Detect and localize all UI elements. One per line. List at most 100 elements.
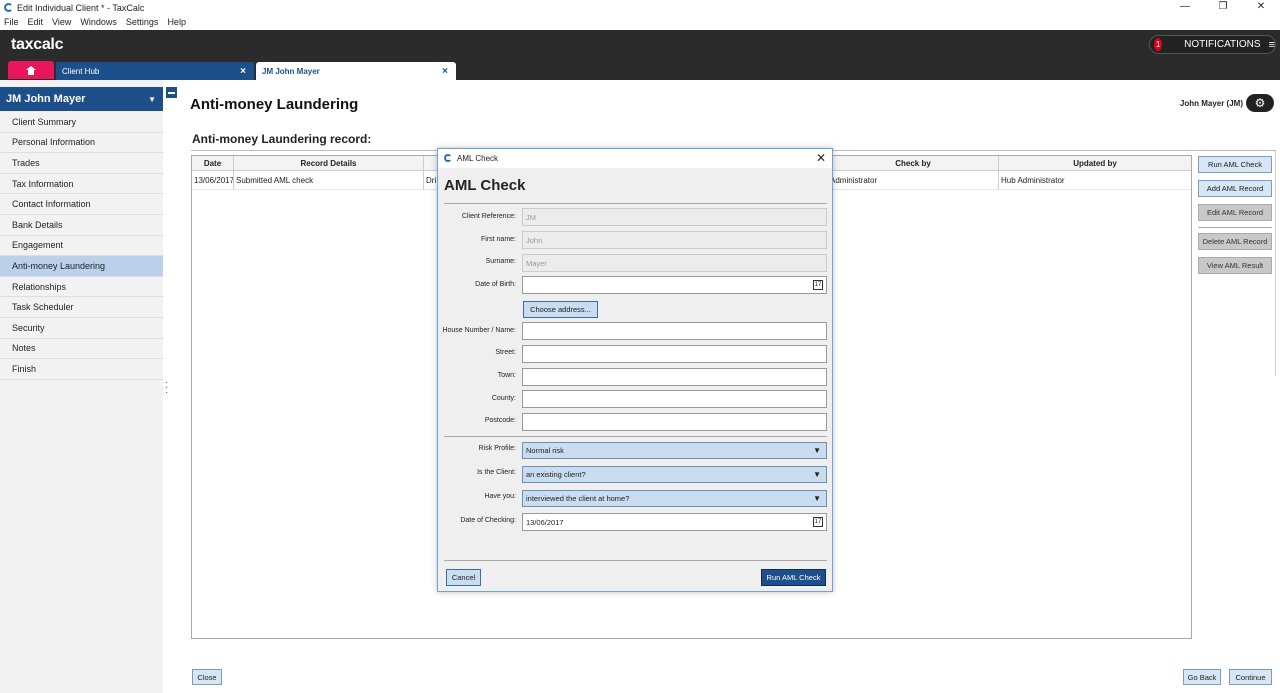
- street-field[interactable]: [522, 345, 827, 363]
- sidebar-item-bank-details[interactable]: Bank Details: [0, 214, 163, 236]
- sidebar-item-anti-money-laundering[interactable]: Anti-money Laundering: [0, 256, 163, 277]
- column-header-date[interactable]: Date: [192, 156, 234, 170]
- menu-help[interactable]: Help: [167, 17, 186, 27]
- cell-date: 13/06/2017: [192, 171, 234, 190]
- sidebar-item-contact-information[interactable]: Contact Information: [0, 194, 163, 215]
- window-title: Edit Individual Client * - TaxCalc: [17, 2, 145, 13]
- risk-profile-value: Normal risk: [526, 446, 564, 455]
- postcode-field[interactable]: [522, 413, 827, 431]
- sidebar-item-relationships[interactable]: Relationships: [0, 276, 163, 298]
- county-label: County:: [491, 395, 516, 402]
- cell-updated-by: Hub Administrator: [999, 171, 1191, 190]
- continue-button[interactable]: Continue: [1229, 669, 1272, 685]
- first-name-field: John: [522, 231, 827, 249]
- client-name-header[interactable]: JM John Mayer ▼: [0, 87, 163, 111]
- hamburger-icon: ≡: [1268, 38, 1275, 51]
- cancel-button[interactable]: Cancel: [446, 569, 481, 586]
- notifications-label: NOTIFICATIONS: [1184, 39, 1261, 50]
- dialog-divider: [444, 436, 827, 437]
- notification-count-badge: 1: [1154, 38, 1163, 51]
- run-aml-check-button[interactable]: Run AML Check: [1198, 156, 1272, 173]
- client-sidebar: JM John Mayer ▼ Client Summary Personal I…: [0, 80, 163, 693]
- section-title: Anti-money Laundering record:: [192, 132, 372, 146]
- sidebar-item-security[interactable]: Security: [0, 317, 163, 339]
- close-icon[interactable]: ✕: [1242, 0, 1280, 15]
- gear-icon[interactable]: ⚙: [1246, 94, 1274, 112]
- menu-windows[interactable]: Windows: [80, 17, 117, 27]
- client-reference-field: JM: [522, 208, 827, 226]
- tab-client-hub[interactable]: Client Hub ×: [56, 62, 254, 80]
- run-aml-check-dialog-button[interactable]: Run AML Check: [761, 569, 826, 586]
- sidebar-item-client-summary[interactable]: Client Summary: [0, 112, 163, 133]
- delete-aml-record-button[interactable]: Delete AML Record: [1198, 233, 1272, 250]
- column-header-record-details[interactable]: Record Details: [234, 156, 424, 170]
- sidebar-resize-handle[interactable]: · · ·: [165, 378, 169, 398]
- button-separator: [1198, 227, 1272, 228]
- county-field[interactable]: [522, 390, 827, 408]
- choose-address-button[interactable]: Choose address...: [523, 301, 598, 318]
- risk-profile-select[interactable]: Normal risk ▼: [522, 442, 827, 459]
- sidebar-item-task-scheduler[interactable]: Task Scheduler: [0, 297, 163, 318]
- sidebar-item-trades[interactable]: Trades: [0, 153, 163, 174]
- calendar-icon[interactable]: 17: [813, 517, 823, 527]
- right-panel-divider: [1275, 150, 1276, 376]
- aml-check-dialog: AML Check ✕ AML Check Client Reference: …: [437, 148, 833, 592]
- close-button[interactable]: Close: [192, 669, 222, 685]
- sidebar-item-personal-information[interactable]: Personal Information: [0, 132, 163, 154]
- tab-client-hub-close-icon[interactable]: ×: [240, 66, 246, 77]
- surname-label: Surname:: [485, 258, 516, 265]
- menu-file[interactable]: File: [4, 17, 19, 27]
- have-you-select[interactable]: interviewed the client at home? ▼: [522, 490, 827, 507]
- home-icon: [26, 65, 36, 75]
- date-of-checking-field[interactable]: 13/06/2017 17: [522, 513, 827, 531]
- house-number-field[interactable]: [522, 322, 827, 340]
- column-header-check-by[interactable]: Check by: [828, 156, 999, 170]
- dropdown-arrow-icon: ▼: [813, 470, 821, 479]
- tab-client-close-icon[interactable]: ×: [442, 66, 448, 77]
- client-name: JM John Mayer: [6, 93, 86, 105]
- edit-aml-record-button[interactable]: Edit AML Record: [1198, 204, 1272, 221]
- sidebar-item-finish[interactable]: Finish: [0, 359, 163, 380]
- page-title: Anti-money Laundering: [190, 96, 359, 113]
- taxcalc-logo: taxcalc: [11, 36, 64, 53]
- first-name-label: First name:: [480, 236, 516, 243]
- taxcalc-app-icon: [3, 2, 14, 13]
- risk-profile-label: Risk Profile:: [478, 445, 516, 452]
- town-field[interactable]: [522, 368, 827, 386]
- is-the-client-value: an existing client?: [526, 470, 586, 479]
- tab-client-hub-label: Client Hub: [62, 66, 100, 76]
- notifications-button[interactable]: 1 NOTIFICATIONS ≡: [1149, 35, 1276, 54]
- dropdown-arrow-icon: ▼: [813, 494, 821, 503]
- tab-client-john-mayer[interactable]: JM John Mayer ×: [256, 62, 456, 80]
- is-the-client-select[interactable]: an existing client? ▼: [522, 466, 827, 483]
- menu-view[interactable]: View: [52, 17, 71, 27]
- cell-record-details: Submitted AML check: [234, 171, 424, 190]
- calendar-icon[interactable]: 17: [813, 280, 823, 290]
- dialog-divider: [444, 560, 827, 561]
- restore-icon[interactable]: ❐: [1204, 0, 1242, 15]
- menu-edit[interactable]: Edit: [28, 17, 44, 27]
- view-aml-result-button[interactable]: View AML Result: [1198, 257, 1272, 274]
- column-header-updated-by[interactable]: Updated by: [999, 156, 1191, 170]
- dialog-titlebar: AML Check ✕: [438, 149, 832, 168]
- add-aml-record-button[interactable]: Add AML Record: [1198, 180, 1272, 197]
- house-number-label: House Number / Name:: [442, 327, 516, 334]
- sidebar-item-tax-information[interactable]: Tax Information: [0, 173, 163, 195]
- current-user: John Mayer (JM): [1179, 99, 1243, 108]
- date-of-birth-field[interactable]: 17: [522, 276, 827, 294]
- minimize-icon[interactable]: —: [1166, 0, 1204, 15]
- surname-field: Mayer: [522, 254, 827, 272]
- sidebar-item-engagement[interactable]: Engagement: [0, 235, 163, 257]
- home-tab[interactable]: [8, 61, 54, 79]
- menu-settings[interactable]: Settings: [126, 17, 159, 27]
- dialog-close-icon[interactable]: ✕: [816, 151, 826, 165]
- dialog-divider: [444, 203, 827, 204]
- collapse-sidebar-icon[interactable]: [166, 87, 177, 98]
- dialog-window-title: AML Check: [457, 154, 499, 163]
- sidebar-item-notes[interactable]: Notes: [0, 338, 163, 360]
- dropdown-arrow-icon: ▼: [813, 446, 821, 455]
- chevron-down-icon[interactable]: ▼: [148, 95, 156, 104]
- cell-check-by: Administrator: [828, 171, 999, 190]
- window-titlebar: Edit Individual Client * - TaxCalc — ❐ ✕: [0, 0, 1280, 15]
- go-back-button[interactable]: Go Back: [1183, 669, 1221, 685]
